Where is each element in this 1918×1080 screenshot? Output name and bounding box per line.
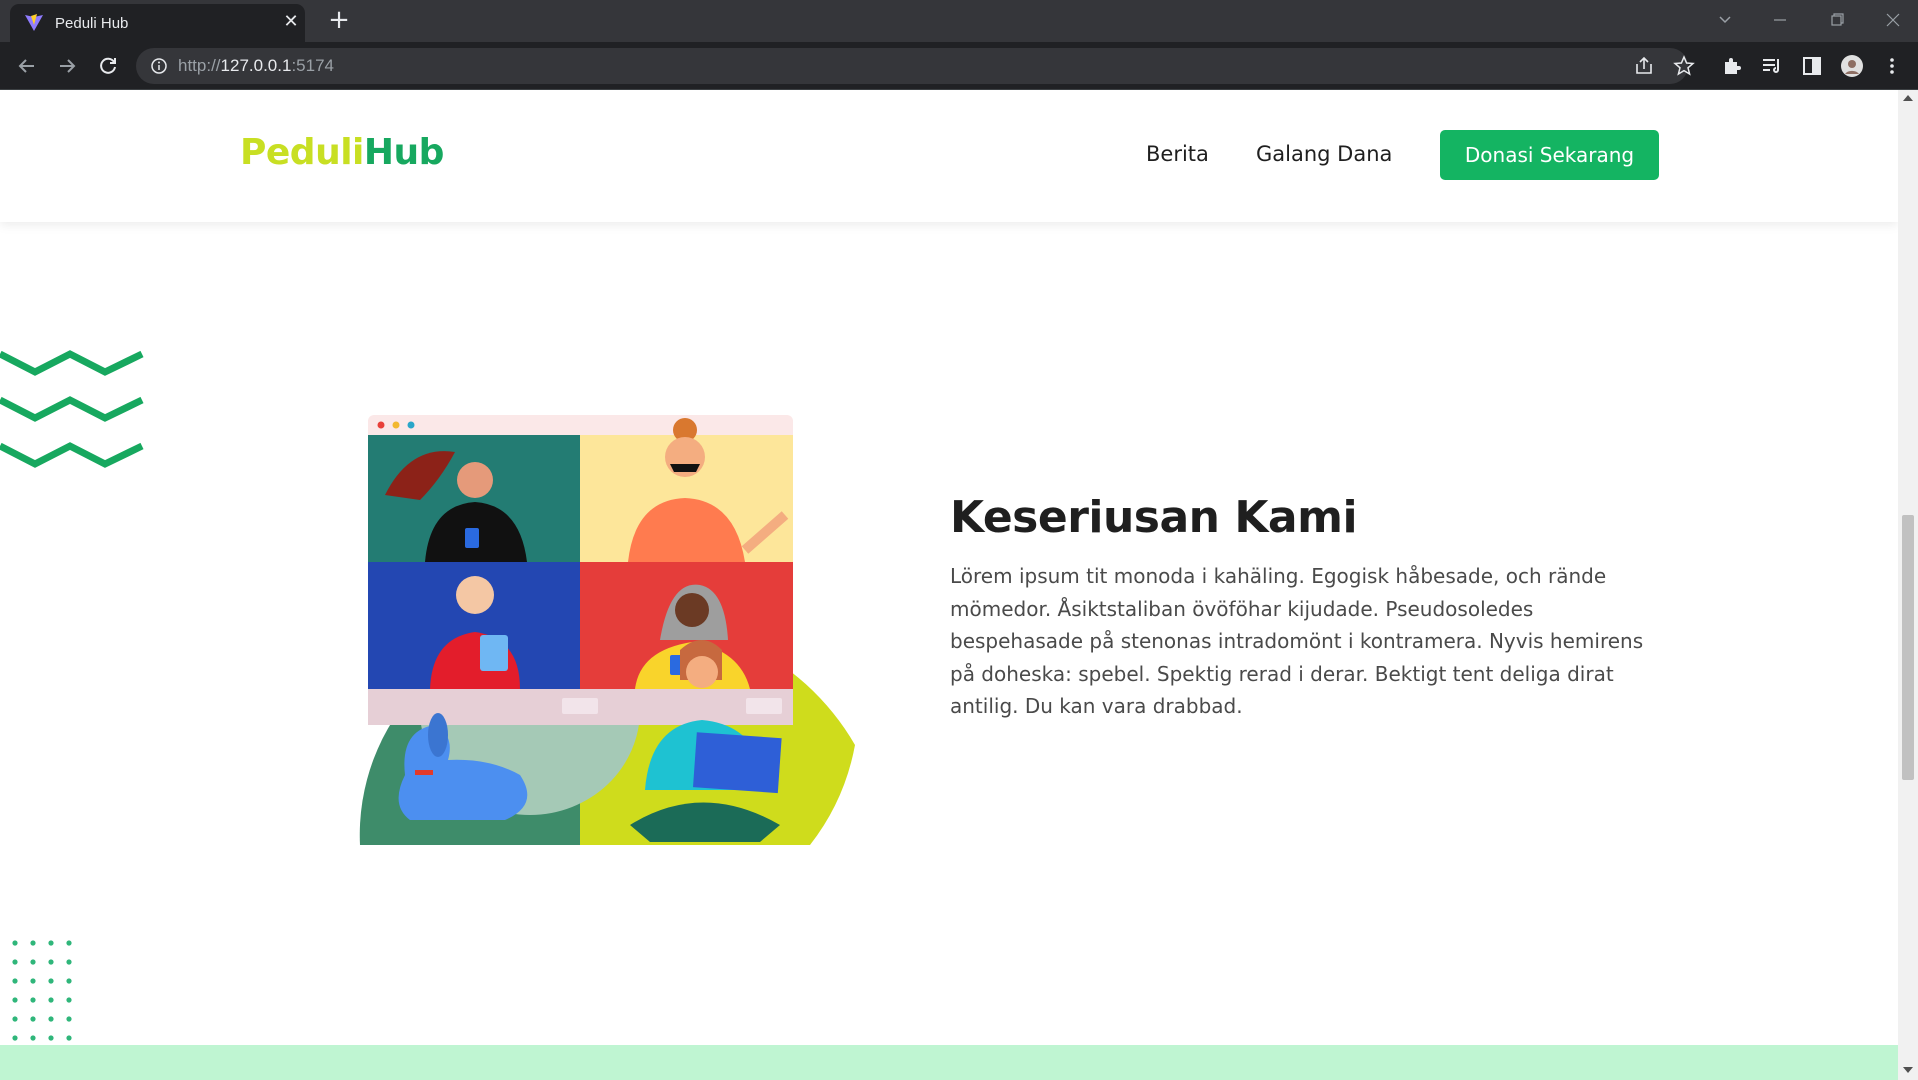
url-text: http://127.0.0.1:5174 bbox=[178, 56, 334, 76]
restore-icon[interactable] bbox=[1822, 8, 1852, 32]
tab-title: Peduli Hub bbox=[55, 15, 129, 32]
logo-part-hub: Hub bbox=[363, 132, 445, 173]
next-section-band bbox=[0, 1045, 1898, 1080]
browser-toolbar: http://127.0.0.1:5174 bbox=[0, 42, 1918, 90]
vite-favicon-icon bbox=[25, 14, 43, 31]
reload-icon[interactable] bbox=[95, 53, 121, 79]
zigzag-decoration bbox=[0, 350, 144, 468]
url-scheme: http:// bbox=[178, 56, 221, 75]
forward-arrow-icon[interactable] bbox=[54, 53, 80, 79]
scrollbar-thumb[interactable] bbox=[1902, 515, 1914, 780]
url-host: 127.0.0.1 bbox=[220, 56, 292, 75]
site-navbar: PeduliHub Berita Galang Dana Donasi Seka… bbox=[0, 90, 1898, 222]
address-bar[interactable]: http://127.0.0.1:5174 bbox=[136, 48, 1688, 84]
logo-part-peduli: Peduli bbox=[240, 132, 364, 173]
close-window-icon[interactable] bbox=[1878, 8, 1908, 32]
site-info-icon[interactable] bbox=[150, 57, 168, 75]
nav-link-berita[interactable]: Berita bbox=[1146, 142, 1209, 166]
page-scrollbar[interactable] bbox=[1898, 90, 1918, 1080]
scroll-down-arrow-icon[interactable] bbox=[1903, 1067, 1913, 1073]
share-icon[interactable] bbox=[1632, 54, 1656, 78]
side-panel-icon[interactable] bbox=[1800, 54, 1824, 78]
scroll-up-arrow-icon[interactable] bbox=[1903, 95, 1913, 101]
tab-close-icon[interactable]: ✕ bbox=[280, 11, 302, 33]
media-queue-icon[interactable] bbox=[1760, 54, 1784, 78]
web-page: PeduliHub Berita Galang Dana Donasi Seka… bbox=[0, 90, 1898, 1080]
browser-menu-icon[interactable] bbox=[1880, 54, 1904, 78]
dots-decoration bbox=[12, 940, 72, 1041]
browser-tab[interactable]: Peduli Hub ✕ bbox=[10, 4, 305, 42]
nav-link-galang-dana[interactable]: Galang Dana bbox=[1256, 142, 1392, 166]
new-tab-button[interactable]: + bbox=[325, 6, 353, 34]
section-body: Lörem ipsum tit monoda i kahäling. Egogi… bbox=[950, 564, 1644, 718]
bookmark-star-icon[interactable] bbox=[1672, 54, 1696, 78]
section-title: Keseriusan Kami bbox=[950, 492, 1358, 543]
browser-tab-strip: Peduli Hub ✕ + bbox=[0, 0, 1918, 42]
profile-avatar-icon[interactable] bbox=[1840, 54, 1864, 78]
extensions-puzzle-icon[interactable] bbox=[1720, 54, 1744, 78]
donasi-sekarang-button[interactable]: Donasi Sekarang bbox=[1440, 130, 1659, 180]
video-call-illustration bbox=[359, 415, 855, 845]
minimize-icon[interactable] bbox=[1765, 8, 1795, 32]
url-port: :5174 bbox=[291, 56, 334, 75]
tab-search-icon[interactable] bbox=[1710, 8, 1740, 32]
site-logo[interactable]: PeduliHub bbox=[240, 132, 444, 173]
back-arrow-icon[interactable] bbox=[14, 53, 40, 79]
